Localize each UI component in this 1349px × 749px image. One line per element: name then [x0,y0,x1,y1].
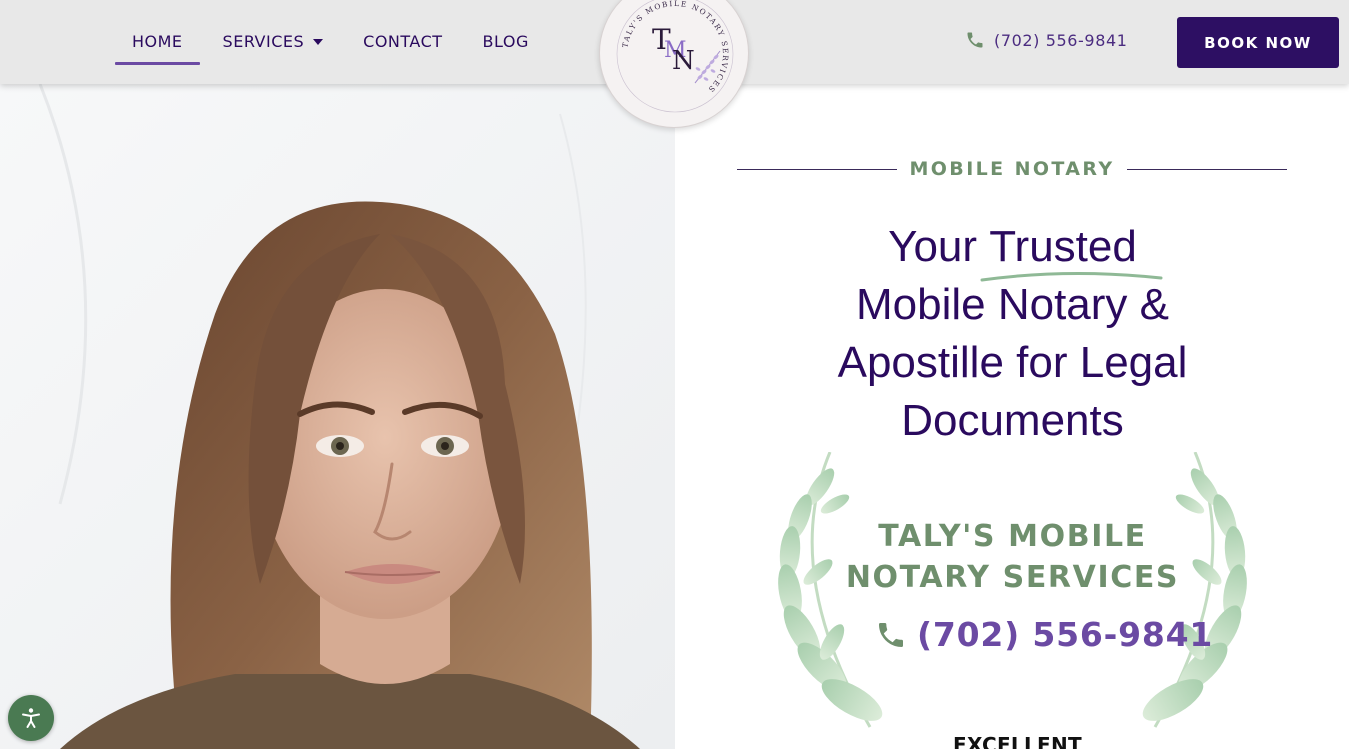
eyebrow-divider-right [1126,168,1288,170]
book-now-button[interactable]: BOOK NOW [1177,17,1339,68]
headline-highlight: Trusted [980,218,1163,282]
hero-headline: Your Trusted Mobile Notary & Apostille f… [760,218,1265,450]
nav-item-home[interactable]: HOME [115,19,200,65]
phone-icon [879,622,903,647]
header-phone-link[interactable]: (702) 556-9841 [965,30,1128,50]
hero-portrait-photo [0,84,675,749]
rating-label: EXCELLENT [953,733,1082,749]
company-name-line-2: NOTARY SERVICES [845,560,1180,595]
headline-line-3: Apostille for Legal [837,338,1188,387]
hero-phone-number: (702) 556-9841 [917,615,1214,654]
headline-line-4: Documents [901,396,1124,445]
nav-item-label: BLOG [482,32,529,51]
nav-item-label: SERVICES [222,32,305,51]
nav-item-contact[interactable]: CONTACT [346,19,459,65]
accessibility-icon [22,708,40,728]
logo-letter-n: N [672,46,695,76]
company-name-line-1: TALY'S MOBILE [878,519,1147,554]
hero-phone-link[interactable]: (702) 556-9841 [875,615,1213,654]
phone-icon [967,32,983,48]
nav-item-blog[interactable]: BLOG [466,19,546,65]
main-nav: HOME SERVICES CONTACT BLOG [115,0,552,84]
headline-word-trusted: Trusted [989,222,1137,271]
headline-word-your: Your [888,222,978,271]
eyebrow-divider-left [737,168,898,170]
headline-line-2: Mobile Notary & [855,280,1169,329]
company-name: TALY'S MOBILE NOTARY SERVICES [810,516,1215,598]
nav-item-services[interactable]: SERVICES [206,19,341,65]
section-eyebrow: MOBILE NOTARY [737,155,1288,183]
accessibility-button[interactable] [8,695,54,741]
underline-swoosh-icon [980,271,1163,282]
nav-item-label: HOME [132,32,183,51]
portrait-illustration [0,84,675,749]
nav-item-label: CONTACT [363,32,443,51]
eyebrow-label: MOBILE NOTARY [909,158,1115,180]
header-phone-number: (702) 556-9841 [994,30,1128,50]
chevron-down-icon [313,39,324,45]
